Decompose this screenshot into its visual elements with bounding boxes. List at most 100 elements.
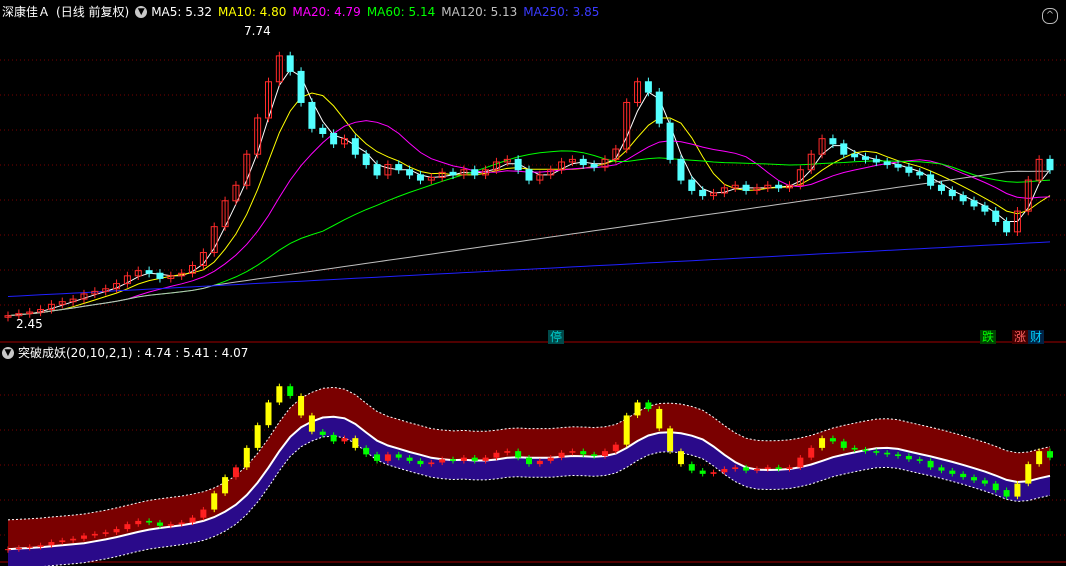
candle-body [872,158,880,163]
kline-chart[interactable] [0,0,1066,566]
indicator-bar [341,438,348,442]
candle-body [297,70,305,103]
candle-body [362,153,370,166]
indicator-bar [667,428,674,452]
candle-body [937,184,945,191]
indicator-bar [601,451,608,457]
indicator-bar [895,454,902,457]
indicator-bar [569,451,576,453]
candle-body [395,164,403,171]
indicator-bar [677,451,684,465]
indicator-bar [222,477,229,494]
candle-body [416,174,424,181]
indicator-bar [1025,464,1032,484]
indicator-bar [124,524,131,530]
indicator-bar [254,425,261,448]
candle-body [579,158,587,166]
indicator-bar [91,533,98,536]
indicator-bar [374,454,381,461]
candle-body [742,184,750,191]
ma-line-3 [7,120,1051,317]
candle-body [373,164,381,176]
indicator-bar [819,438,826,448]
indicator-bar [916,459,923,461]
indicator-bar [971,477,978,481]
indicator-bar [960,473,967,478]
indicator-bar [146,520,153,523]
indicator-bar [15,547,22,550]
indicator-bar [243,447,250,468]
indicator-bar [981,480,988,484]
indicator-bar [547,457,554,461]
tag-finance[interactable]: 财 [1028,330,1045,344]
indicator-bar [406,457,413,461]
candle-body [992,210,1000,222]
indicator-bar [775,467,782,469]
indicator-bar [536,460,543,465]
indicator-bar [298,395,305,416]
indicator-bar [189,517,196,523]
candle-body [590,164,598,168]
indicator-bar [135,520,142,525]
indicator-bar [1047,451,1053,458]
indicator-value-2: : 5.41 [175,346,210,360]
indicator-bar [287,386,294,396]
indicator-bar [526,457,532,465]
candle-body [449,171,457,176]
indicator-bar [992,483,999,491]
indicator-bar [384,454,391,461]
indicator-bar [786,467,793,469]
indicator-bar [721,468,728,473]
chevron-down-icon[interactable]: ▼ [2,347,14,359]
ma-line-1 [7,69,1051,317]
indicator-bar [70,538,77,541]
indicator-bar [1036,451,1043,465]
indicator-bar [439,459,446,463]
indicator-bar [873,451,880,453]
indicator-bar [1003,490,1010,497]
indicator-bar [515,451,522,458]
candle-body [905,166,913,173]
tag-up[interactable]: 涨 [1012,330,1029,344]
indicator-bar [5,549,11,551]
candle-body [851,153,859,158]
indicator-name[interactable]: 突破成妖(20,10,2,1) [18,345,133,361]
indicator-bar [363,447,370,455]
indicator-bar [200,509,207,518]
indicator-bar [764,467,771,469]
indicator-bar [612,444,619,452]
candle-body [351,138,359,155]
candle-body [286,55,294,72]
candle-body [406,169,414,176]
indicator-bar [591,454,598,457]
candle-body [981,205,989,212]
indicator-bar [26,546,33,548]
high-price-label: 7.74 [244,24,271,38]
indicator-bar [743,467,750,471]
candle-body [525,169,533,181]
indicator-bar [113,529,120,533]
indicator-bar [156,522,163,526]
indicator-bar [656,408,663,429]
indicator-bar [504,451,511,453]
candle-body [145,270,153,274]
indicator-bar [37,545,44,547]
indicator-bar [211,493,218,510]
indicator-bar [884,452,891,455]
tag-down[interactable]: 跌 [980,330,997,344]
candle-body [1046,158,1054,171]
ma-line-5 [7,170,1050,317]
tag-halt[interactable]: 停 [548,330,565,344]
candle-body [330,133,338,145]
indicator-value-1: : 4.74 [136,346,172,360]
indicator-bar [178,522,185,525]
indicator-bar [949,470,956,474]
indicator-bar [634,402,641,416]
indicator-bar [395,454,402,458]
candle-body [829,138,837,145]
candle-body [883,161,891,166]
candle-body [840,143,848,155]
candle-body [927,174,935,186]
indicator-bar [59,540,66,543]
indicator-bar [482,457,489,461]
